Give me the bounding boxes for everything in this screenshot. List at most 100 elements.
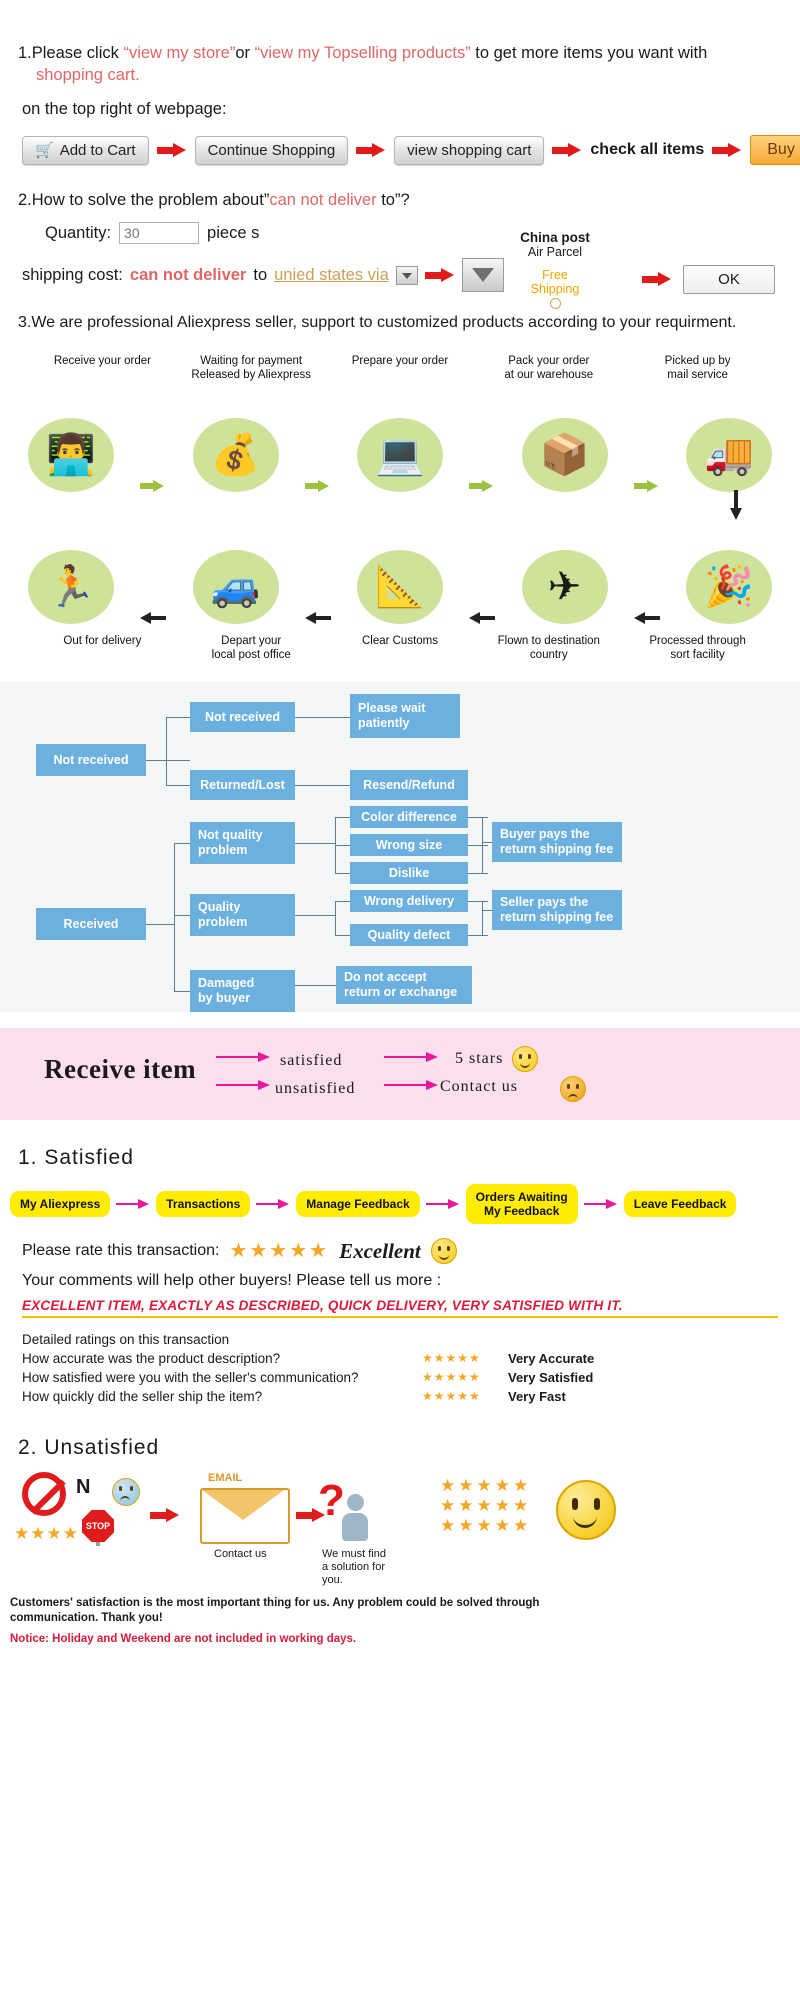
chip-manage-feedback[interactable]: Manage Feedback xyxy=(296,1191,420,1217)
arrow-right-icon xyxy=(279,480,358,492)
arrow-left-icon xyxy=(114,612,193,624)
connector xyxy=(295,717,350,718)
detail-value: Very Fast xyxy=(508,1389,566,1404)
flow-caption: Depart your local post office xyxy=(211,635,291,661)
detail-row: How accurate was the product description… xyxy=(22,1349,800,1368)
connector xyxy=(482,817,483,873)
continue-shopping-button[interactable]: Continue Shopping xyxy=(194,135,349,165)
connector xyxy=(166,717,190,718)
contact-us-caption: Contact us xyxy=(214,1548,267,1560)
flow-box-damaged-by-buyer: Damaged by buyer xyxy=(190,970,295,1012)
question-mark-icon: ? xyxy=(318,1476,345,1525)
computer-icon: 💻 xyxy=(357,418,443,492)
no-entry-icon xyxy=(22,1472,66,1516)
ok-button[interactable]: OK xyxy=(683,265,775,294)
footer-note: Customers' satisfaction is the most impo… xyxy=(0,1586,800,1647)
country-dropdown-arrow-icon[interactable] xyxy=(395,265,418,285)
chip-transactions[interactable]: Transactions xyxy=(156,1191,251,1217)
arrow-right-icon xyxy=(356,143,386,157)
detail-stars: ★★★★★ xyxy=(422,1389,481,1403)
footer-notice: Notice: Holiday and Weekend are not incl… xyxy=(10,1633,357,1645)
shipping-cost-row: shipping cost: can not deliver to unied s… xyxy=(0,244,800,292)
section1-text-c: to get more items you want with xyxy=(470,44,708,62)
section2-heading-red: can not deliver xyxy=(269,191,377,209)
airplane-icon: ✈ xyxy=(521,550,608,624)
detailed-ratings: Detailed ratings on this transaction How… xyxy=(0,1318,800,1406)
unsatisfied-label: unsatisfied xyxy=(275,1080,356,1097)
flow-box-received-root: Received xyxy=(36,908,146,940)
feedback-steps: My Aliexpress Transactions Manage Feedba… xyxy=(0,1170,800,1224)
person-icon xyxy=(342,1494,368,1541)
no-label: N xyxy=(76,1476,91,1498)
chip-leave-feedback[interactable]: Leave Feedback xyxy=(623,1191,737,1217)
shipping-cost-error: can not deliver xyxy=(129,265,247,284)
free-shipping-line1: Free xyxy=(542,268,568,282)
connector xyxy=(295,985,336,986)
flow-caption: Receive your order xyxy=(53,355,151,367)
flow-caption: Out for delivery xyxy=(63,635,142,647)
arrow-left-icon xyxy=(279,612,358,624)
shipping-method-dropdown[interactable] xyxy=(461,258,504,292)
link-shopping-cart[interactable]: shopping cart. xyxy=(18,64,800,86)
flow-box-color-difference: Color difference xyxy=(350,806,468,828)
flow-box-wrong-delivery: Wrong delivery xyxy=(350,890,468,912)
receive-item-band: Receive item satisfied unsatisfied 5 sta… xyxy=(0,1028,800,1120)
chip-orders-awaiting-feedback[interactable]: Orders Awaiting My Feedback xyxy=(465,1184,578,1224)
delivery-flow-diagram: Receive your order Waiting for payment R… xyxy=(0,332,800,668)
view-shopping-cart-button[interactable]: view shopping cart xyxy=(394,135,545,165)
connector xyxy=(295,915,335,916)
flow-box-not-quality-problem: Not quality problem xyxy=(190,822,295,864)
flow-step: 🚚 xyxy=(686,418,772,492)
contact-us-label: Contact us xyxy=(440,1078,518,1095)
worker-packing-icon: 📦 xyxy=(521,418,608,492)
flow-step: 👨‍💻 xyxy=(28,418,114,492)
returns-policy-flowchart: Not received Not received Returned/Lost … xyxy=(0,682,800,1012)
footer-line2: communication. Thank you! xyxy=(10,1612,163,1624)
flow-box-do-not-accept: Do not accept return or exchange xyxy=(336,966,472,1004)
flow-caption: Pack your order at our warehouse xyxy=(504,355,594,381)
add-to-cart-button[interactable]: 🛒 Add to Cart xyxy=(22,135,149,165)
chip-my-aliexpress[interactable]: My Aliexpress xyxy=(10,1191,111,1217)
flow-step: 🚙 xyxy=(192,550,279,624)
arrow-right-icon xyxy=(425,1198,460,1210)
section1-instruction: 1.Please click “view my store”or “view m… xyxy=(0,0,800,86)
section1-text-b: or xyxy=(235,44,255,62)
star-row: ★★★★★ xyxy=(440,1476,532,1495)
star-row: ★★★★★ xyxy=(440,1496,532,1515)
free-shipping-option[interactable]: Free Shipping xyxy=(505,268,605,309)
continue-shopping-label: Continue Shopping xyxy=(207,141,336,159)
arrow-right-icon xyxy=(150,1508,180,1522)
delivery-flow-bottom-icons: 🏃 🚙 📐 ✈ 🎉 xyxy=(0,514,800,624)
connector xyxy=(174,915,190,916)
radio-icon[interactable] xyxy=(549,298,561,309)
country-select-label[interactable]: unied states via xyxy=(274,266,389,285)
arrow-right-icon xyxy=(712,143,742,157)
delivery-person-icon: 🏃 xyxy=(28,550,114,624)
section1-text-a: Please click xyxy=(31,44,124,62)
flow-step: 💰 xyxy=(192,418,279,492)
unsatisfied-heading: 2. Unsatisfied xyxy=(18,1436,160,1459)
arrow-right-icon xyxy=(424,268,455,282)
flow-step: 📐 xyxy=(357,550,443,624)
flow-caption: Clear Customs xyxy=(361,635,439,647)
section3-text: 3.We are professional Aliexpress seller,… xyxy=(18,314,737,331)
quantity-input[interactable] xyxy=(119,222,200,244)
flow-box-wrong-size: Wrong size xyxy=(350,834,468,856)
star-row: ★★★★★ xyxy=(440,1516,532,1535)
satisfied-heading: 1. Satisfied xyxy=(18,1146,134,1169)
sad-face-icon xyxy=(112,1478,140,1506)
section2-heading-a: How to solve the problem about” xyxy=(31,191,270,209)
connector xyxy=(174,843,190,844)
arrow-right-icon xyxy=(156,143,187,157)
flow-box-dislike: Dislike xyxy=(350,862,468,884)
rating-stars[interactable]: ★★★★★ xyxy=(229,1241,329,1261)
link-view-topselling[interactable]: “view my Topselling products” xyxy=(255,44,471,62)
link-view-my-store[interactable]: “view my store” xyxy=(123,44,235,62)
big-happy-face-icon xyxy=(556,1480,616,1540)
connector xyxy=(335,901,350,902)
arrow-right-icon xyxy=(116,1198,150,1210)
buy-now-button[interactable]: Buy now xyxy=(750,135,800,165)
section1-subline: on the top right of webpage: xyxy=(22,100,227,118)
person-at-computer-icon: 👨‍💻 xyxy=(28,418,114,492)
flow-step: 📦 xyxy=(521,418,608,492)
